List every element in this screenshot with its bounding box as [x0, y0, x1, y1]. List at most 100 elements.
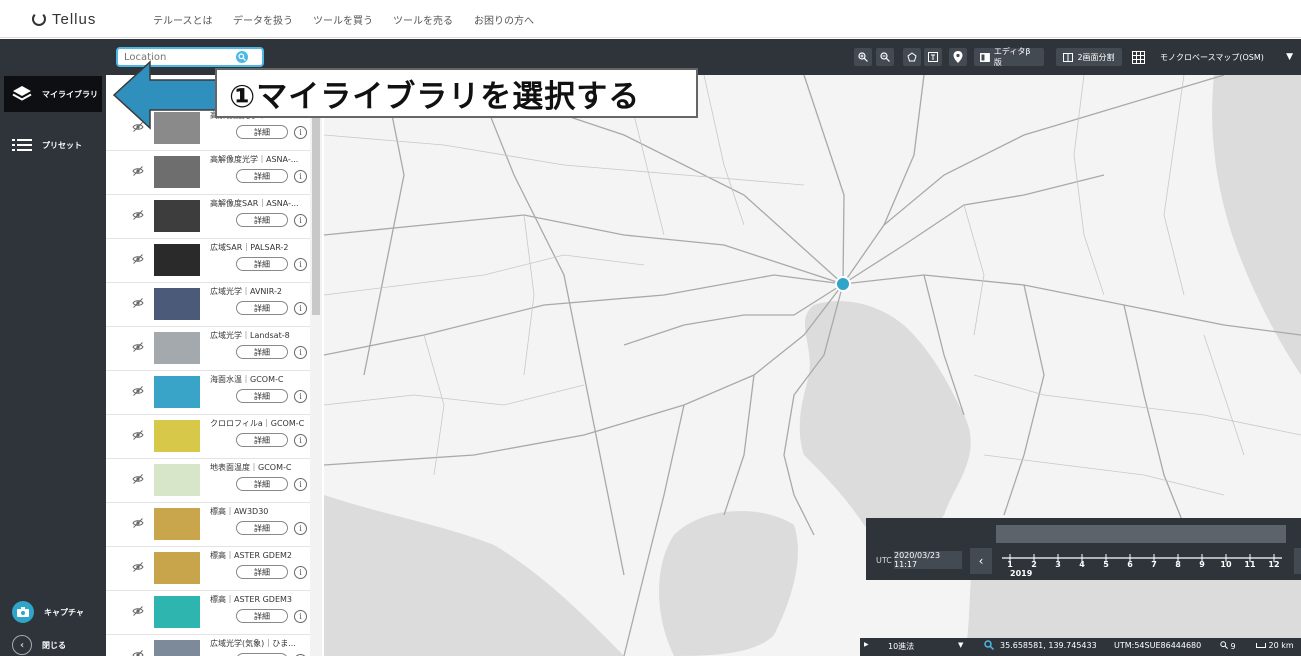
nav-link-about[interactable]: テルースとは [153, 12, 213, 27]
info-icon[interactable]: i [294, 126, 307, 139]
layer-thumbnail [154, 288, 200, 320]
text-tool-button[interactable] [924, 48, 942, 66]
info-icon[interactable]: i [294, 390, 307, 403]
editor-beta-button[interactable]: エディタβ版 [974, 47, 1044, 67]
layer-row[interactable]: 高解像度SAR｜ASNA-... 詳細 i [106, 195, 314, 239]
layer-row[interactable]: 標高｜AW3D30 詳細 i [106, 503, 314, 547]
location-marker[interactable] [835, 276, 851, 292]
zoom-in-icon [858, 52, 868, 62]
eye-off-icon[interactable] [132, 561, 144, 573]
sidebar-item-my-library[interactable]: マイライブラリ [4, 76, 102, 112]
layer-row[interactable]: 広域光学(気象)｜ひま...詳細i [106, 635, 314, 656]
info-icon[interactable]: i [294, 302, 307, 315]
timeline-month-label: 9 [1199, 560, 1205, 569]
layer-thumbnail [154, 420, 200, 452]
eye-off-icon[interactable] [132, 297, 144, 309]
timeline-month-label: 6 [1127, 560, 1133, 569]
layer-thumbnail [154, 332, 200, 364]
timeline-month-label: 7 [1151, 560, 1157, 569]
grid-button[interactable] [1128, 48, 1148, 66]
capture-button[interactable]: キャプチャ [4, 594, 102, 630]
coordinate-format-select[interactable]: 10進法 ▼ [888, 641, 968, 652]
layer-row[interactable]: クロロフィルa｜GCOM-C 詳細 i [106, 415, 314, 459]
timeline-prev-button[interactable]: ‹ [970, 548, 992, 574]
layer-detail-button[interactable]: 詳細 [236, 433, 288, 447]
layer-detail-button[interactable]: 詳細 [236, 169, 288, 183]
eye-off-icon[interactable] [132, 429, 144, 441]
basemap-select[interactable]: モノクロベースマップ(OSM) ▼ [1154, 47, 1299, 67]
layer-name: 広域光学(気象)｜ひま... [210, 639, 296, 648]
play-icon[interactable]: ▶ [864, 641, 869, 648]
nav-link-sell-tools[interactable]: ツールを売る [393, 12, 453, 27]
layer-row[interactable]: 広域SAR｜PALSAR-2 詳細 i [106, 239, 314, 283]
eye-off-icon[interactable] [132, 341, 144, 353]
draw-polygon-button[interactable] [903, 48, 921, 66]
info-icon[interactable]: i [294, 478, 307, 491]
zoom-level: 9 [1220, 641, 1236, 651]
eye-off-icon[interactable] [132, 649, 144, 656]
nav-link-data[interactable]: データを扱う [233, 12, 293, 27]
layer-thumbnail [154, 640, 200, 656]
zoom-out-button[interactable] [876, 48, 894, 66]
info-icon[interactable]: i [294, 214, 307, 227]
eye-off-icon[interactable] [132, 385, 144, 397]
timeline-month-label: 4 [1079, 560, 1085, 569]
layer-name: 海面水温｜GCOM-C [210, 375, 284, 384]
layer-detail-button[interactable]: 詳細 [236, 521, 288, 535]
close-sidebar-button[interactable]: ‹ 閉じる [4, 627, 102, 656]
layer-name: 標高｜ASTER GDEM2 [210, 551, 292, 560]
layer-detail-button[interactable]: 詳細 [236, 301, 288, 315]
nav-link-buy-tools[interactable]: ツールを買う [313, 12, 373, 27]
eye-off-icon[interactable] [132, 253, 144, 265]
layer-row[interactable]: 標高｜ASTER GDEM3 詳細 i [106, 591, 314, 635]
timeline-range-bar[interactable] [996, 525, 1286, 543]
layer-detail-button[interactable]: 詳細 [236, 565, 288, 579]
timeline-next-button[interactable] [1294, 548, 1301, 574]
eye-off-icon[interactable] [132, 473, 144, 485]
datetime-display[interactable]: 2020/03/23 11:17 [894, 551, 962, 569]
layer-detail-button[interactable]: 詳細 [236, 213, 288, 227]
layer-detail-button[interactable]: 詳細 [236, 609, 288, 623]
layer-detail-button[interactable]: 詳細 [236, 389, 288, 403]
scrollbar-thumb[interactable] [312, 105, 320, 315]
tellus-logo[interactable]: Tellus [32, 9, 96, 29]
split-screen-button[interactable]: 2画面分割 [1056, 48, 1122, 66]
info-icon[interactable]: i [294, 610, 307, 623]
map-status-bar: ▶ 10進法 ▼ 35.658581, 139.745433 UTM:54SUE… [860, 638, 1301, 656]
layer-list-scrollbar[interactable] [310, 75, 322, 656]
layer-name: 標高｜AW3D30 [210, 507, 269, 516]
info-icon[interactable]: i [294, 258, 307, 271]
eye-off-icon[interactable] [132, 517, 144, 529]
coordinate-format-label: 10進法 [888, 642, 915, 651]
eye-off-icon[interactable] [132, 209, 144, 221]
sidebar-item-presets[interactable]: プリセット [4, 127, 102, 163]
zoom-level-value: 9 [1230, 642, 1236, 651]
layer-row[interactable]: 地表面温度｜GCOM-C 詳細 i [106, 459, 314, 503]
layer-row[interactable]: 高解像度光学｜ASNA-... 詳細 i [106, 151, 314, 195]
editor-beta-label: エディタβ版 [993, 47, 1031, 67]
layer-row[interactable]: 広域光学｜AVNIR-2 詳細 i [106, 283, 314, 327]
layer-detail-button[interactable]: 詳細 [236, 125, 288, 139]
search-icon[interactable] [236, 51, 248, 63]
layer-thumbnail [154, 464, 200, 496]
layer-row[interactable]: 広域光学｜Landsat-8 詳細 i [106, 327, 314, 371]
zoom-in-button[interactable] [854, 48, 872, 66]
coordinate-readout: 35.658581, 139.745433 [1000, 641, 1097, 650]
eye-off-icon[interactable] [132, 165, 144, 177]
info-icon[interactable]: i [294, 170, 307, 183]
layer-detail-button[interactable]: 詳細 [236, 345, 288, 359]
eye-off-icon[interactable] [132, 605, 144, 617]
camera-icon [12, 601, 34, 623]
chevron-left-icon: ‹ [12, 635, 32, 655]
coordinate-search-icon[interactable] [984, 640, 995, 652]
layer-detail-button[interactable]: 詳細 [236, 477, 288, 491]
info-icon[interactable]: i [294, 522, 307, 535]
nav-link-help[interactable]: お困りの方へ [474, 12, 534, 27]
place-pin-button[interactable] [949, 48, 967, 66]
info-icon[interactable]: i [294, 346, 307, 359]
layer-row[interactable]: 標高｜ASTER GDEM2 詳細 i [106, 547, 314, 591]
info-icon[interactable]: i [294, 566, 307, 579]
layer-detail-button[interactable]: 詳細 [236, 257, 288, 271]
layer-row[interactable]: 海面水温｜GCOM-C 詳細 i [106, 371, 314, 415]
info-icon[interactable]: i [294, 434, 307, 447]
